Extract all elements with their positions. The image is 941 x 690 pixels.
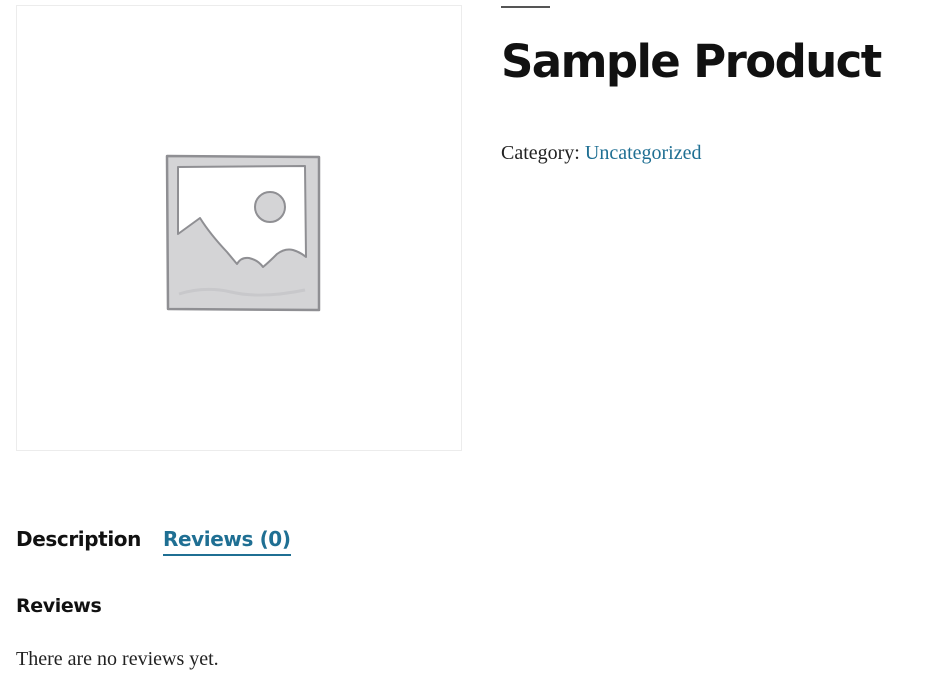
no-reviews-text: There are no reviews yet. (16, 648, 219, 670)
category-link[interactable]: Uncategorized (585, 142, 702, 164)
product-category: Category: Uncategorized (501, 140, 701, 166)
tab-reviews[interactable]: Reviews (0) (163, 524, 291, 556)
category-label: Category: (501, 142, 580, 164)
image-placeholder-icon (165, 154, 321, 312)
title-divider (501, 6, 550, 8)
reviews-heading: Reviews (16, 595, 102, 617)
tab-description[interactable]: Description (16, 524, 141, 554)
product-gallery[interactable] (16, 5, 462, 451)
product-title: Sample Product (501, 35, 882, 88)
